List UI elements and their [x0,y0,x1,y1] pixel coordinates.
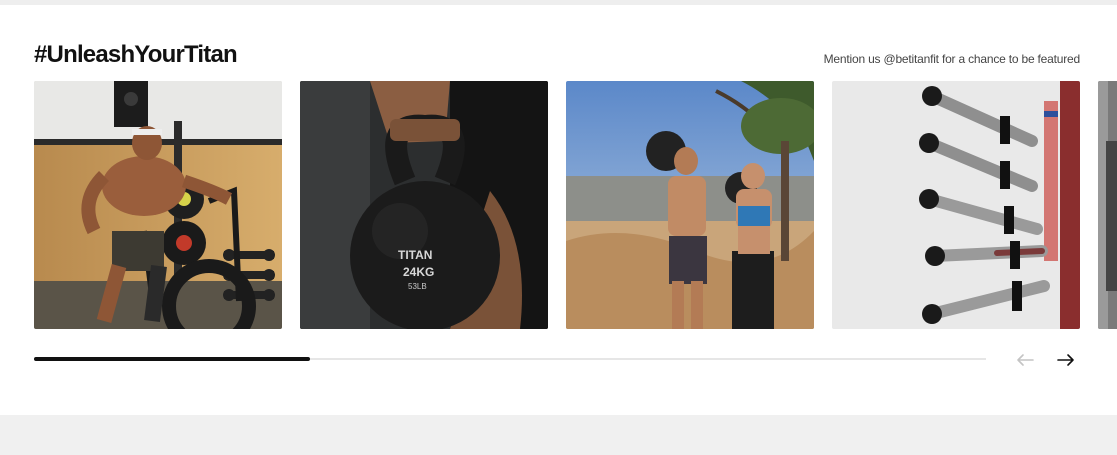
kettlebell-photo: TITAN 24KG 53LB [300,81,548,329]
arrow-right-icon [1057,354,1074,366]
partial-photo [1098,81,1117,329]
gallery-photo-4[interactable] [832,81,1080,329]
couple-slam-balls-photo [566,81,814,329]
kettlebell-weight: 24KG [403,265,434,279]
athlete-air-bike-photo [34,81,282,329]
photo-carousel: TITAN 24KG 53LB [34,81,1117,329]
previous-button[interactable] [1014,349,1036,371]
carousel-progress-track[interactable] [34,357,986,361]
gallery-photo-1[interactable] [34,81,282,329]
barbell-rack-photo [832,81,1080,329]
section-title: #UnleashYourTitan [34,41,238,68]
gallery-photo-3[interactable] [566,81,814,329]
next-button[interactable] [1055,349,1077,371]
kettlebell-weight-lb: 53LB [408,282,427,291]
gallery-photo-5[interactable] [1098,81,1117,329]
mention-text: Mention us @betitanfit for a chance to b… [823,52,1081,66]
carousel-progress-fill [34,357,311,361]
gallery-photo-2[interactable]: TITAN 24KG 53LB [300,81,548,329]
kettlebell-brand: TITAN [398,248,432,262]
arrow-left-icon [1017,354,1034,366]
